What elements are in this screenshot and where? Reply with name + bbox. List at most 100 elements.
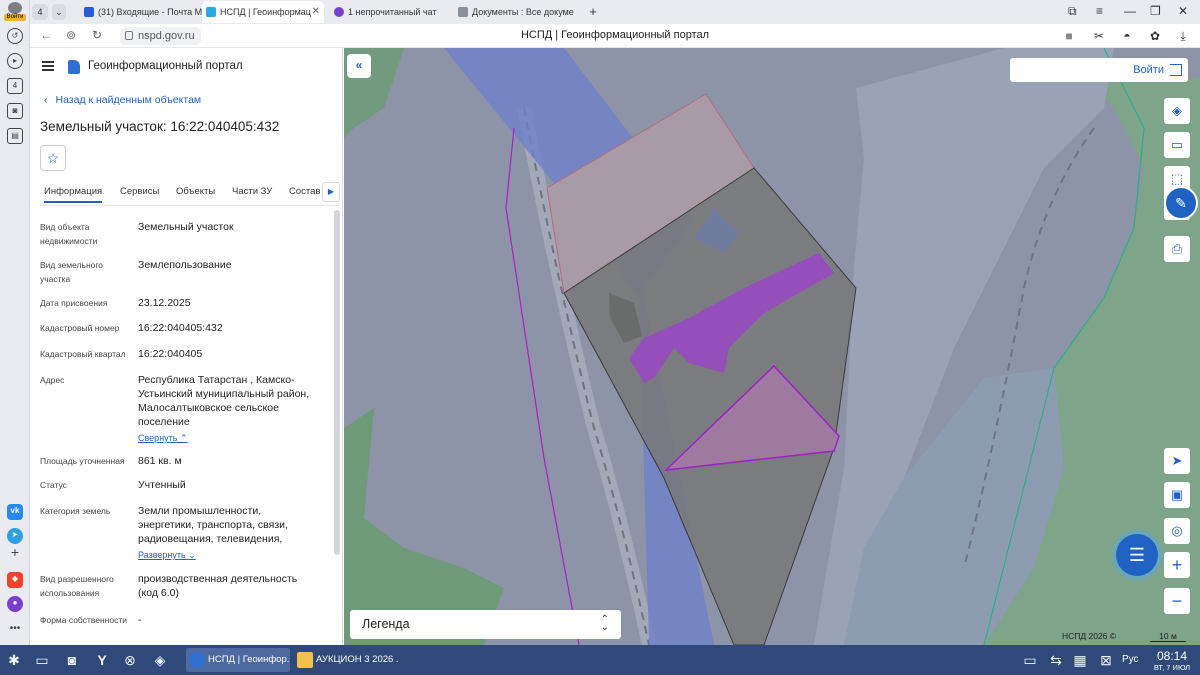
- field-key: Категория земель: [40, 506, 111, 516]
- login-label: Войти: [1133, 64, 1164, 76]
- chat-button[interactable]: ☰: [1116, 534, 1158, 576]
- play-icon[interactable]: ▸: [7, 53, 23, 69]
- download-icon[interactable]: ⤓: [1176, 29, 1190, 43]
- field-key: Площадь уточненная: [40, 456, 125, 466]
- overview-button[interactable]: ▣: [1164, 482, 1190, 508]
- mail-favicon-icon: [84, 7, 94, 17]
- field-value: Земельный участок: [138, 221, 234, 233]
- tab-title: 1 непрочитанный чат: [348, 7, 437, 17]
- taskbar-task-nspd[interactable]: НСПД | Геоинфор...: [186, 648, 290, 672]
- zoom-in-icon: +: [1171, 555, 1183, 575]
- field-value: -: [138, 614, 142, 626]
- network-icon[interactable]: ▭: [1020, 651, 1040, 669]
- burger-menu-icon[interactable]: [42, 61, 54, 71]
- profile-avatar[interactable]: Войти: [4, 2, 26, 22]
- field-value: Учтенный: [138, 479, 186, 491]
- tabs-scroll-right-button[interactable]: ▶: [322, 182, 340, 202]
- map-view[interactable]: « Войти ◈ ▭ ⬚ ⎙ ✎ ➤ ▣ ◎ + − ☰ Легенда ⌃ ⌄…: [344, 48, 1200, 645]
- star-icon: ☆: [46, 150, 60, 166]
- field-value: Республика Татарстан , Камско-Устьинский…: [138, 374, 310, 428]
- zoom-out-button[interactable]: −: [1164, 588, 1190, 614]
- expand-link[interactable]: Развернуть ⌄: [138, 548, 318, 562]
- scale-bar: 10 м: [1150, 631, 1186, 642]
- panel-scrollbar[interactable]: [334, 210, 340, 555]
- tabs-list-chevron-icon[interactable]: ⌄: [52, 4, 66, 20]
- menu-icon[interactable]: ≡: [1096, 4, 1103, 18]
- collapse-panel-button[interactable]: «: [347, 54, 371, 78]
- tools-icon[interactable]: ✂: [1092, 29, 1106, 43]
- app-nspd-icon[interactable]: ◈: [150, 651, 170, 669]
- glasses-icon[interactable]: ◓: [1120, 29, 1134, 43]
- os-taskbar: ✱ ▭ ◙ Y ⊗ ◈ НСПД | Геоинфор... АУКЦИОН 3…: [0, 645, 1200, 675]
- bookmark-icon[interactable]: ■: [1062, 29, 1076, 43]
- new-tab-button[interactable]: +: [584, 1, 602, 23]
- login-icon: [1170, 64, 1182, 76]
- add-panel-icon[interactable]: +: [7, 545, 23, 562]
- display-icon[interactable]: ⊠: [1096, 651, 1116, 669]
- field-value: 16:22:040405:432: [138, 322, 223, 334]
- app-x-icon[interactable]: ⊗: [120, 651, 140, 669]
- tab-composition[interactable]: Состав: [289, 186, 320, 197]
- minimize-icon[interactable]: —: [1124, 4, 1136, 18]
- assistant-icon[interactable]: ✎: [1164, 186, 1198, 220]
- yandex-task-icon: [189, 652, 205, 668]
- tab-objects[interactable]: Объекты: [176, 186, 215, 197]
- locate-button[interactable]: ➤: [1164, 448, 1190, 474]
- chevron-up-icon: ⌃: [180, 433, 188, 443]
- extensions-icon[interactable]: ⧉: [1068, 4, 1077, 19]
- maximize-icon[interactable]: ❐: [1150, 4, 1161, 18]
- taskbar-task-folder[interactable]: АУКЦИОН 3 2026 ...: [294, 648, 398, 672]
- collections-icon[interactable]: ▤: [7, 128, 23, 144]
- zoom-in-button[interactable]: +: [1164, 552, 1190, 578]
- field-key: Дата присвоения: [40, 298, 108, 308]
- chat-icon: ☰: [1128, 545, 1146, 565]
- puzzle-icon[interactable]: ✿: [1148, 29, 1162, 43]
- collapse-link[interactable]: Свернуть ⌃: [138, 431, 318, 445]
- address-bar: ← ⊚ ↻ nspd.gov.ru НСПД | Геоинформационн…: [30, 24, 1200, 48]
- tab-title: НСПД | Геоинформац: [220, 7, 311, 17]
- screenshot-icon[interactable]: ◙: [7, 103, 23, 119]
- usb-icon[interactable]: ⇆: [1046, 651, 1066, 669]
- tab-docs[interactable]: Документы : Все докуме: [454, 1, 578, 23]
- start-menu-icon[interactable]: ✱: [4, 651, 24, 669]
- desktop-icon[interactable]: ▭: [32, 651, 52, 669]
- system-clock[interactable]: 08:14 ВТ, 7 ИЮЛ: [1148, 649, 1196, 672]
- counter-icon[interactable]: 4: [7, 78, 23, 94]
- geo-button[interactable]: ◎: [1164, 518, 1190, 544]
- portal-name[interactable]: Геоинформационный портал: [88, 60, 243, 72]
- ruler-button[interactable]: ▭: [1164, 132, 1190, 158]
- close-window-icon[interactable]: ✕: [1178, 4, 1188, 18]
- tab-services[interactable]: Сервисы: [120, 186, 159, 197]
- ruler-icon: ▭: [1170, 137, 1184, 152]
- alice-icon[interactable]: ●: [7, 596, 23, 612]
- legend-label: Легенда: [362, 617, 410, 631]
- tab-counter[interactable]: 4: [32, 4, 48, 20]
- chevron-down-icon: ⌄: [188, 550, 196, 560]
- layers-button[interactable]: ◈: [1164, 98, 1190, 124]
- more-icon[interactable]: •••: [7, 622, 23, 638]
- collapse-label: Свернуть: [138, 433, 178, 443]
- print-button[interactable]: ⎙: [1164, 236, 1190, 262]
- tab-info[interactable]: Информация: [44, 186, 103, 203]
- nspd-favicon-icon: [206, 7, 216, 17]
- screenshot-tool-icon[interactable]: ◙: [62, 651, 82, 669]
- yandex-browser-icon[interactable]: Y: [92, 651, 112, 669]
- telegram-icon[interactable]: ➤: [7, 528, 23, 544]
- favorite-button[interactable]: ☆: [40, 145, 66, 171]
- back-to-results-link[interactable]: ‹ Назад к найденным объектам: [44, 94, 201, 106]
- tab-nspd[interactable]: НСПД | Геоинформац ✕: [202, 1, 324, 23]
- vk-icon[interactable]: vk: [7, 504, 23, 520]
- tab-chat[interactable]: 1 непрочитанный чат: [330, 1, 450, 23]
- field-value: Землепользование: [138, 259, 232, 271]
- login-button[interactable]: Войти: [1010, 58, 1188, 82]
- field-key: Кадастровый номер: [40, 323, 120, 333]
- apps-grid-icon[interactable]: ▦: [1070, 651, 1090, 669]
- avatar-icon: [8, 2, 22, 14]
- field-key: Адрес: [40, 375, 65, 385]
- history-icon[interactable]: ↺: [7, 28, 23, 44]
- legend-dropdown[interactable]: Легенда ⌃ ⌄: [350, 610, 621, 639]
- tab-parts[interactable]: Части ЗУ: [232, 186, 272, 197]
- close-tab-icon[interactable]: ✕: [312, 1, 320, 23]
- keyboard-language[interactable]: Рус: [1122, 654, 1139, 665]
- market-icon[interactable]: ◆: [7, 572, 23, 588]
